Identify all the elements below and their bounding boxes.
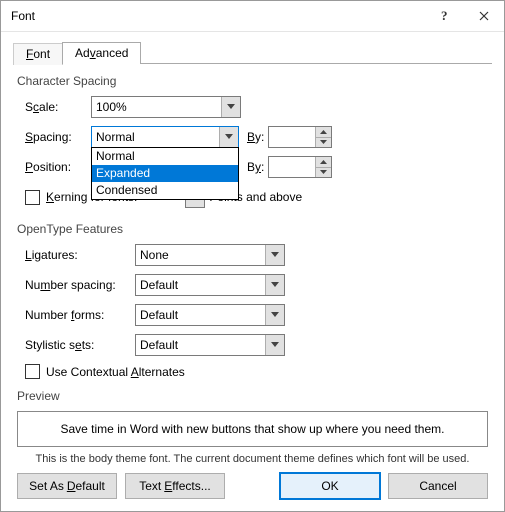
chevron-down-icon[interactable] xyxy=(265,305,284,325)
tab-advanced[interactable]: Advanced xyxy=(62,42,141,64)
kerning-checkbox[interactable] xyxy=(25,190,40,205)
number-forms-combo[interactable]: Default xyxy=(135,304,285,326)
chevron-down-icon[interactable] xyxy=(265,245,284,265)
group-preview: Preview xyxy=(17,389,488,403)
ligatures-label: Ligatures: xyxy=(25,248,135,262)
tab-strip: Font Advanced xyxy=(13,40,504,64)
number-spacing-label: Number spacing: xyxy=(25,278,135,292)
group-opentype: OpenType Features xyxy=(17,222,488,236)
preview-box: Save time in Word with new buttons that … xyxy=(17,411,488,447)
spacing-option-expanded[interactable]: Expanded xyxy=(92,165,238,182)
spacing-label: Spacing: xyxy=(25,130,91,144)
stylistic-sets-combo[interactable]: Default xyxy=(135,334,285,356)
chevron-down-icon[interactable] xyxy=(265,275,284,295)
scale-combo[interactable]: 100% xyxy=(91,96,241,118)
spacing-combo[interactable]: Normal Normal Expanded Condensed xyxy=(91,126,239,148)
stylistic-sets-label: Stylistic sets: xyxy=(25,338,135,352)
chevron-down-icon[interactable] xyxy=(315,168,331,178)
close-button[interactable] xyxy=(464,1,504,31)
chevron-down-icon[interactable] xyxy=(265,335,284,355)
text-effects-button[interactable]: Text Effects... xyxy=(125,473,225,499)
number-spacing-combo[interactable]: Default xyxy=(135,274,285,296)
set-as-default-button[interactable]: Set As Default xyxy=(17,473,117,499)
spacing-by-label: By: xyxy=(247,130,264,144)
spacing-by-spinner[interactable] xyxy=(268,126,332,148)
position-label: Position: xyxy=(25,160,91,174)
spacing-option-normal[interactable]: Normal xyxy=(92,148,238,165)
font-dialog: Font ? Font Advanced Character Spacing S… xyxy=(0,0,505,512)
position-by-label: By: xyxy=(247,160,264,174)
chevron-down-icon[interactable] xyxy=(219,127,238,147)
group-character-spacing: Character Spacing xyxy=(17,74,488,88)
contextual-alternates-label: Use Contextual Alternates xyxy=(46,365,185,379)
scale-label: Scale: xyxy=(25,100,91,114)
spacing-value: Normal xyxy=(92,127,219,147)
tab-font[interactable]: Font xyxy=(13,43,63,65)
window-title: Font xyxy=(11,9,424,23)
contextual-alternates-checkbox[interactable] xyxy=(25,364,40,379)
spacing-dropdown-list[interactable]: Normal Expanded Condensed xyxy=(91,147,239,200)
number-forms-label: Number forms: xyxy=(25,308,135,322)
help-button[interactable]: ? xyxy=(424,1,464,31)
dialog-footer: Set As Default Text Effects... OK Cancel xyxy=(1,473,504,499)
chevron-down-icon[interactable] xyxy=(315,138,331,148)
titlebar: Font ? xyxy=(1,1,504,32)
position-by-spinner[interactable] xyxy=(268,156,332,178)
preview-hint: This is the body theme font. The current… xyxy=(17,453,488,465)
chevron-up-icon[interactable] xyxy=(315,157,331,168)
svg-text:?: ? xyxy=(441,9,448,23)
scale-value: 100% xyxy=(92,97,221,117)
cancel-button[interactable]: Cancel xyxy=(388,473,488,499)
chevron-up-icon[interactable] xyxy=(315,127,331,138)
ok-button[interactable]: OK xyxy=(280,473,380,499)
chevron-down-icon[interactable] xyxy=(221,97,240,117)
preview-sample: Save time in Word with new buttons that … xyxy=(61,422,445,436)
spacing-option-condensed[interactable]: Condensed xyxy=(92,182,238,199)
ligatures-combo[interactable]: None xyxy=(135,244,285,266)
